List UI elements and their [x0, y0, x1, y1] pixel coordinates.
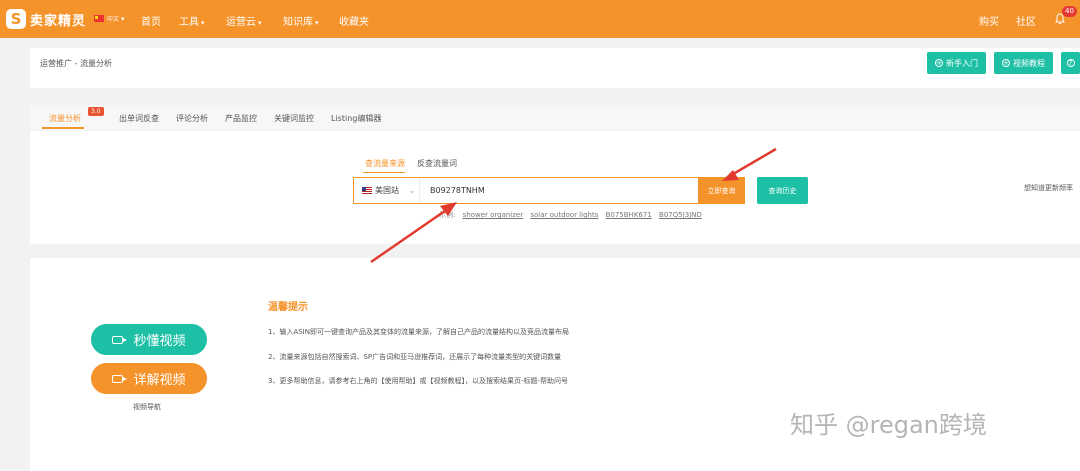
- chevron-down-icon: ▾: [258, 19, 262, 27]
- nav-buy[interactable]: 购买: [979, 13, 999, 28]
- us-flag-icon: [362, 187, 372, 194]
- watermark: 知乎 @regan跨境: [790, 411, 987, 439]
- china-flag-icon: [94, 15, 104, 22]
- active-search-type-indicator: [363, 172, 405, 173]
- tab-traffic-analysis[interactable]: 流量分析: [49, 113, 81, 124]
- tip-item: 3、更多帮助信息，请参考右上角的【使用帮助】或【视频教程】，以及搜索结果页-标题…: [268, 377, 569, 385]
- help-button[interactable]: ?: [1061, 52, 1080, 74]
- feature-tabs: 流量分析 3.0 出单词反查 评论分析 产品监控 关键词监控 Listing编辑…: [30, 105, 1080, 130]
- tip-item: 1、输入ASIN即可一键查询产品及其变体的流量来源，了解自己产品的流量结构以及竞…: [268, 328, 569, 336]
- plus-icon: +: [935, 59, 943, 67]
- example-link[interactable]: B075BHK671: [606, 211, 652, 219]
- nav-home[interactable]: 首页: [141, 13, 161, 28]
- example-link[interactable]: shower organizer: [463, 211, 524, 219]
- example-link[interactable]: solar outdoor lights: [530, 211, 598, 219]
- nav-tools[interactable]: 工具 ▾: [179, 13, 205, 28]
- tip-item: 2、流量来源包括自然搜索词、SP广告词和亚马逊推荐词，还展示了每种流量类型的关键…: [268, 353, 562, 361]
- beginner-guide-button[interactable]: + 新手入门: [927, 52, 986, 74]
- nav-knowledge[interactable]: 知识库 ▾: [283, 13, 319, 28]
- video-tutorial-button[interactable]: + 视频教程: [994, 52, 1053, 74]
- tab-review-analysis[interactable]: 评论分析: [176, 113, 208, 124]
- tab-order-keyword-reverse[interactable]: 出单词反查: [119, 113, 159, 124]
- version-badge: 3.0: [88, 107, 104, 116]
- page-header: 运营推广 - 流量分析 + 新手入门 + 视频教程 ?: [30, 48, 1080, 88]
- video-camera-icon: [112, 335, 128, 344]
- search-examples: 示例: shower organizer solar outdoor light…: [439, 211, 702, 219]
- top-nav-bar: S 卖家精灵 中文 ▾ 首页 工具 ▾ 运营云 ▾ 知识库 ▾ 收藏夹 购买 社区 40: [0, 0, 1080, 38]
- query-button[interactable]: 立即查询: [698, 178, 745, 203]
- detail-video-button[interactable]: 详解视频: [91, 363, 207, 394]
- query-history-button[interactable]: 查询历史: [757, 177, 808, 204]
- active-tab-indicator: [42, 127, 84, 129]
- asin-input[interactable]: [422, 178, 696, 203]
- logo-icon: S: [6, 9, 26, 29]
- breadcrumb: 运营推广 - 流量分析: [40, 59, 112, 68]
- update-frequency-hint[interactable]: 想知道更新频率: [1024, 183, 1073, 193]
- search-panel: 查流量来源 反查流量词 美国站 ⌄ 立即查询 查询历史 示例: shower o…: [30, 131, 1080, 244]
- quick-video-button[interactable]: 秒懂视频: [91, 324, 207, 355]
- marketplace-select[interactable]: 美国站 ⌄: [354, 178, 420, 203]
- chevron-down-icon: ▾: [315, 19, 319, 27]
- search-type-reverse-keyword[interactable]: 反查流量词: [417, 158, 457, 169]
- brand-name: 卖家精灵: [30, 13, 87, 29]
- tab-keyword-monitor[interactable]: 关键词监控: [274, 113, 314, 124]
- tab-product-monitor[interactable]: 产品监控: [225, 113, 257, 124]
- search-type-traffic-source[interactable]: 查流量来源: [365, 158, 405, 169]
- nav-ops-cloud[interactable]: 运营云 ▾: [226, 13, 262, 28]
- help-icon: ?: [1066, 59, 1075, 67]
- logo[interactable]: S 卖家精灵: [6, 9, 86, 29]
- video-nav-label[interactable]: 视频导航: [133, 402, 161, 412]
- video-camera-icon: [112, 374, 128, 383]
- plus-icon: +: [1002, 59, 1010, 67]
- chevron-down-icon: ▾: [201, 19, 205, 27]
- notification-badge: 40: [1062, 6, 1077, 17]
- tips-title: 温馨提示: [268, 302, 308, 313]
- example-link[interactable]: B07Q5J3JND: [659, 211, 702, 219]
- language-selector[interactable]: 中文 ▾: [107, 14, 125, 23]
- chevron-down-icon: ⌄: [409, 186, 416, 195]
- search-box: 美国站 ⌄ 立即查询: [353, 177, 745, 204]
- nav-community[interactable]: 社区: [1016, 13, 1036, 28]
- nav-favorites[interactable]: 收藏夹: [339, 13, 369, 28]
- tab-listing-editor[interactable]: Listing编辑器: [331, 113, 381, 124]
